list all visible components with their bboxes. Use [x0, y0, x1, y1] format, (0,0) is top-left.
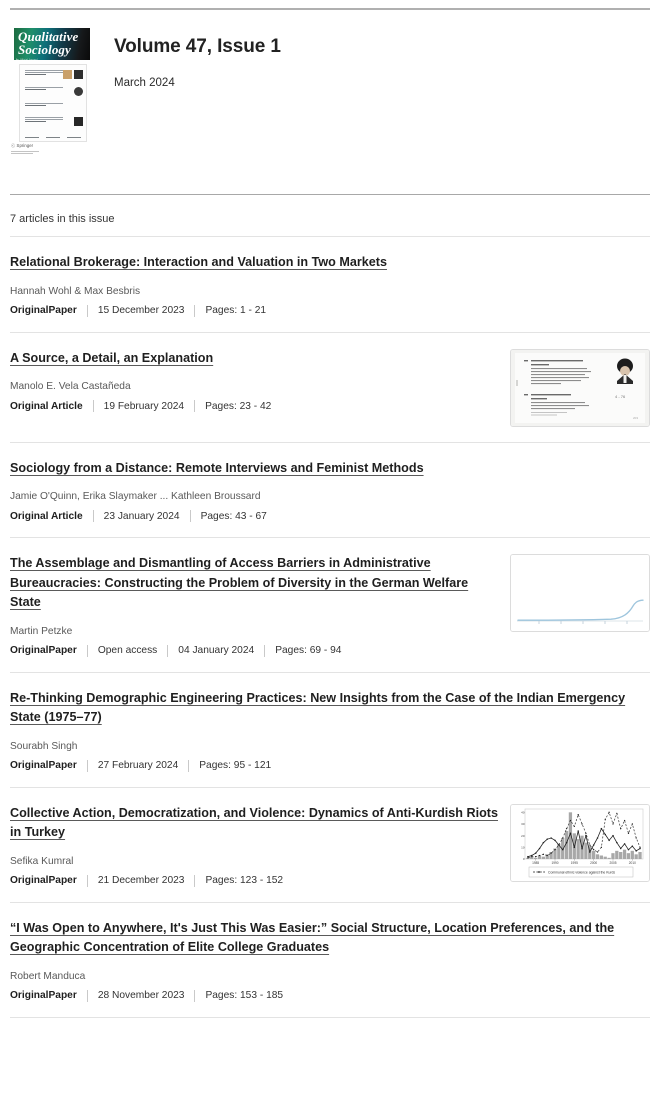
article-authors: Jamie O'Quinn, Erika Slaymaker ... Kathl…	[10, 491, 261, 503]
article-meta: OriginalPaper Open access 04 January 202…	[10, 644, 498, 657]
article-type: Original Article	[10, 510, 83, 522]
article-item: Sociology from a Distance: Remote Interv…	[10, 443, 650, 539]
meta-divider	[188, 759, 190, 772]
publisher-logo: ⓒ Springer	[11, 143, 71, 155]
article-thumbnail-bar-line-chart[interactable]: 1985 1990 1995 2000 2005 2010 0 10 20 30 40 Commu…	[510, 803, 650, 882]
meta-divider	[92, 510, 94, 523]
article-title-link[interactable]: The Assemblage and Dismantling of Access…	[10, 556, 468, 609]
article-title-link[interactable]: A Source, a Detail, an Explanation	[10, 351, 213, 365]
journal-title-line1: Qualitative	[18, 29, 79, 44]
svg-text:Communal ethnic violence again: Communal ethnic violence against the Kur…	[548, 870, 615, 874]
svg-text:1985: 1985	[532, 861, 539, 865]
article-title-link[interactable]: “I Was Open to Anywhere, It's Just This …	[10, 921, 614, 955]
svg-text:203: 203	[633, 416, 638, 420]
page-title: Volume 47, Issue 1	[114, 36, 281, 57]
article-authors: Hannah Wohl & Max Besbris	[10, 285, 141, 297]
article-authors: Manolo E. Vela Castañeda	[10, 381, 131, 393]
article-date: 04 January 2024	[178, 645, 255, 657]
journal-cover-banner: Qualitative Sociology	[14, 28, 90, 60]
article-pages: Pages: 1 - 21	[205, 305, 267, 317]
article-type: Original Article	[10, 400, 83, 412]
meta-divider	[86, 644, 88, 657]
article-item: Relational Brokerage: Interaction and Va…	[10, 237, 650, 333]
meta-divider	[86, 759, 88, 772]
article-pages: Pages: 123 - 152	[205, 875, 284, 887]
meta-divider	[194, 874, 196, 887]
svg-text:1990: 1990	[551, 861, 558, 865]
issue-date: March 2024	[114, 76, 175, 89]
svg-text:2005: 2005	[609, 861, 616, 865]
article-title-link[interactable]: Relational Brokerage: Interaction and Va…	[10, 255, 387, 269]
article-title-link[interactable]: Collective Action, Democratization, and …	[10, 806, 498, 840]
meta-divider	[189, 510, 191, 523]
article-item: “I Was Open to Anywhere, It's Just This …	[10, 903, 650, 1018]
meta-divider	[86, 874, 88, 887]
meta-divider	[264, 644, 266, 657]
article-meta: OriginalPaper 28 November 2023 Pages: 15…	[10, 989, 650, 1002]
meta-divider	[86, 989, 88, 1002]
article-list: Relational Brokerage: Interaction and Va…	[10, 237, 650, 1018]
article-title-link[interactable]: Sociology from a Distance: Remote Interv…	[10, 461, 424, 475]
meta-divider	[92, 400, 94, 413]
article-pages: Pages: 95 - 121	[199, 760, 272, 772]
svg-text:2010: 2010	[629, 861, 636, 865]
article-count: 7 articles in this issue	[10, 213, 115, 225]
meta-divider	[194, 400, 196, 413]
article-date: 19 February 2024	[103, 400, 185, 412]
article-date: 27 February 2024	[97, 760, 179, 772]
svg-text:40: 40	[521, 810, 525, 814]
svg-text:2000: 2000	[590, 861, 597, 865]
article-item: Re-Thinking Demographic Engineering Prac…	[10, 673, 650, 788]
article-date: 23 January 2024	[103, 510, 180, 522]
article-date: 28 November 2023	[97, 990, 185, 1002]
meta-divider	[86, 304, 88, 317]
article-item: The Assemblage and Dismantling of Access…	[10, 538, 650, 673]
article-authors: Sefika Kumral	[10, 855, 74, 867]
article-date: 21 December 2023	[97, 875, 185, 887]
article-title-link[interactable]: Re-Thinking Demographic Engineering Prac…	[10, 691, 625, 725]
article-type: OriginalPaper	[10, 990, 77, 1002]
issue-page: Qualitative Sociology An Official Journa…	[0, 8, 660, 1113]
article-meta: OriginalPaper 27 February 2024 Pages: 95…	[10, 759, 650, 772]
article-pages: Pages: 23 - 42	[205, 400, 272, 412]
article-meta: Original Article 19 February 2024 Pages:…	[10, 400, 498, 413]
svg-text:20: 20	[521, 833, 525, 837]
journal-cover-contents	[19, 64, 87, 142]
article-pages: Pages: 43 - 67	[200, 510, 267, 522]
article-item: Collective Action, Democratization, and …	[10, 788, 650, 903]
meta-divider	[194, 304, 196, 317]
article-authors: Robert Manduca	[10, 970, 86, 982]
article-pages: Pages: 69 - 94	[275, 645, 342, 657]
article-type: OriginalPaper	[10, 875, 77, 887]
article-authors: Sourabh Singh	[10, 740, 78, 752]
article-pages: Pages: 153 - 185	[205, 990, 284, 1002]
article-item: A Source, a Detail, an Explanation Manol…	[10, 333, 650, 443]
article-date: 15 December 2023	[97, 305, 185, 317]
springer-logo-text: ⓒ Springer	[11, 143, 34, 148]
article-meta: Original Article 23 January 2024 Pages: …	[10, 510, 650, 523]
article-meta: OriginalPaper 15 December 2023 Pages: 1 …	[10, 304, 650, 317]
issue-header: Qualitative Sociology An Official Journa…	[10, 10, 650, 194]
journal-cover-subtitle: An Official Journal	[16, 59, 38, 61]
journal-cover[interactable]: Qualitative Sociology An Official Journa…	[10, 26, 94, 158]
meta-divider	[194, 989, 196, 1002]
article-meta: OriginalPaper 21 December 2023 Pages: 12…	[10, 874, 498, 887]
article-thumbnail-line-chart[interactable]	[510, 554, 650, 633]
article-thumbnail-scanned-document[interactable]: 4 - 76 203	[510, 348, 650, 427]
article-access: Open access	[97, 645, 158, 657]
article-type: OriginalPaper	[10, 760, 77, 772]
meta-divider	[167, 644, 169, 657]
article-type: OriginalPaper	[10, 305, 77, 317]
svg-text:4 - 76: 4 - 76	[615, 394, 626, 399]
svg-text:30: 30	[521, 822, 525, 826]
svg-text:10: 10	[521, 845, 525, 849]
article-authors: Martin Petzke	[10, 625, 73, 637]
journal-title-line2: Sociology	[18, 42, 71, 58]
article-type: OriginalPaper	[10, 645, 77, 657]
svg-text:1995: 1995	[571, 861, 578, 865]
